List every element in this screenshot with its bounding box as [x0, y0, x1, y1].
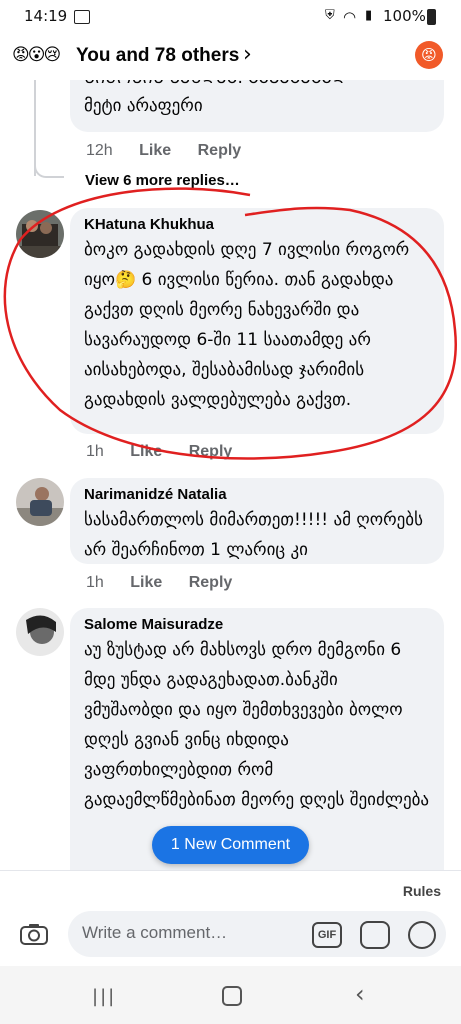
avatar-image — [16, 210, 64, 258]
comment-input[interactable]: Write a comment… GIF — [68, 911, 446, 957]
reply-button[interactable]: Reply — [198, 142, 242, 159]
comment-text: ბოკო გადახდის დღე 7 ივლისი როგორ იყო🤔 6 … — [84, 240, 410, 410]
wifi-icon: ◠ — [343, 8, 357, 26]
gallery-notification-icon — [74, 10, 90, 24]
angry-reaction-button[interactable]: 😡 — [415, 41, 443, 69]
reactions-header[interactable]: 😡😮😢 You and 78 others › 😡 — [0, 34, 461, 80]
comment-placeholder: Write a comment… — [82, 923, 228, 942]
like-button[interactable]: Like — [130, 574, 162, 591]
sticker-icon[interactable] — [360, 921, 390, 949]
new-comment-button[interactable]: 1 New Comment — [152, 826, 309, 864]
comment-text: აუ ზუსტად არ მახსოვს დრო მემგონი 6 მდე უ… — [84, 640, 430, 810]
chevron-right-icon[interactable]: › — [243, 42, 252, 67]
like-button[interactable]: Like — [139, 142, 171, 159]
home-icon[interactable] — [222, 986, 242, 1006]
comment-author[interactable]: Salome Maisuradze — [84, 616, 430, 633]
reactions-summary[interactable]: You and 78 others — [76, 45, 239, 67]
comment-text: ᲡᲘᲛᲝᲡᲘᲡ ᲡᲔᲜᲓᲔᲑ. ᲒᲐᲕᲔᲒᲔᲑᲐᲓ მეტი არაფერი — [84, 80, 347, 116]
reaction-icons: 😡😮😢 — [12, 45, 61, 65]
comment-meta-prev: 12h Like Reply — [86, 142, 263, 160]
reply-button[interactable]: Reply — [189, 574, 233, 591]
back-icon[interactable]: ‹ — [355, 980, 365, 1008]
rules-link[interactable]: Rules — [403, 883, 441, 899]
comment-composer: Rules Write a comment… GIF — [0, 870, 461, 967]
comment-text: სასამართლოს მიმართეთ!!!!! ამ ღორებს არ შ… — [84, 510, 423, 560]
gif-icon[interactable]: GIF — [312, 922, 342, 948]
status-time: 14:19 — [24, 7, 68, 25]
comment-bubble[interactable]: Narimanidzé Natalia სასამართლოს მიმართეთ… — [70, 478, 444, 564]
reply-button[interactable]: Reply — [189, 443, 233, 460]
view-more-replies[interactable]: View 6 more replies… — [85, 172, 240, 189]
battery-percent: 100% — [383, 7, 426, 25]
comment-meta: 1h Like Reply — [86, 574, 254, 592]
thread-connector — [34, 158, 64, 178]
comment-bubble[interactable]: KHatuna Khukhua ბოკო გადახდის დღე 7 ივლი… — [70, 208, 444, 434]
security-icon: ⛨ — [325, 8, 335, 23]
recent-apps-icon[interactable]: ||| — [92, 986, 116, 1007]
comment-author[interactable]: Narimanidzé Natalia — [84, 486, 430, 503]
avatar-image — [16, 608, 64, 656]
camera-icon[interactable] — [20, 923, 48, 945]
comment-meta: 1h Like Reply — [86, 443, 254, 461]
signal-icon: ▮ — [365, 8, 373, 23]
comment-time: 1h — [86, 574, 104, 591]
battery-icon — [427, 9, 436, 25]
system-nav-bar: ||| ‹ — [0, 966, 461, 1024]
comment-time: 12h — [86, 142, 113, 159]
avatar[interactable] — [16, 478, 64, 526]
emoji-icon[interactable] — [408, 921, 436, 949]
avatar[interactable] — [16, 210, 64, 258]
avatar-image — [16, 478, 64, 526]
comments-list[interactable]: ᲡᲘᲛᲝᲡᲘᲡ ᲡᲔᲜᲓᲔᲑ. ᲒᲐᲕᲔᲒᲔᲑᲐᲓ მეტი არაფერი 1… — [0, 80, 461, 870]
comment-time: 1h — [86, 443, 104, 460]
comment-bubble-prev[interactable]: ᲡᲘᲛᲝᲡᲘᲡ ᲡᲔᲜᲓᲔᲑ. ᲒᲐᲕᲔᲒᲔᲑᲐᲓ მეტი არაფერი — [70, 80, 444, 132]
like-button[interactable]: Like — [130, 443, 162, 460]
comment-author[interactable]: KHatuna Khukhua — [84, 216, 430, 233]
status-bar: 14:19 ⛨ ◠ ▮ 100% — [0, 0, 461, 34]
avatar[interactable] — [16, 608, 64, 656]
